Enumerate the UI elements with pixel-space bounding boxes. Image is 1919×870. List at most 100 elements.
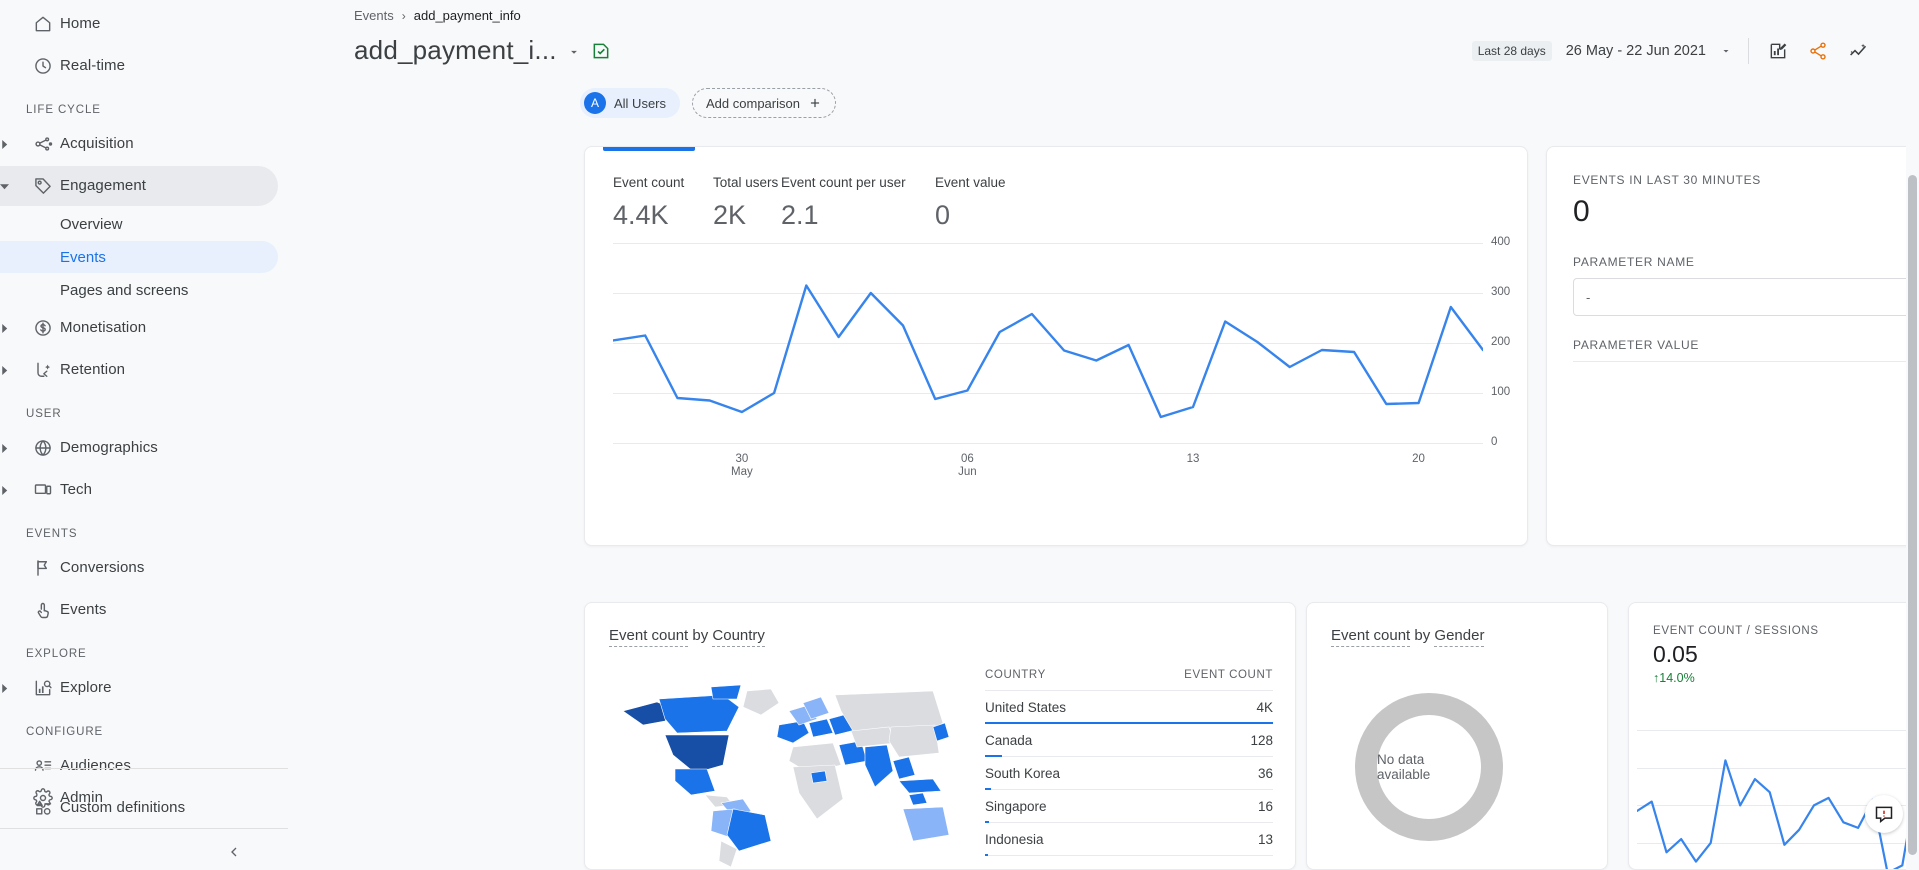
add-comparison-button[interactable]: Add comparison — [692, 88, 836, 118]
metric-total-users: Total users 2K — [713, 175, 781, 231]
gender-card-dimension-link[interactable]: Gender — [1434, 627, 1485, 647]
sidebar-section-header: EVENTS — [26, 528, 78, 540]
gender-no-data-text: No data available — [1377, 715, 1481, 819]
chevron-right-icon[interactable] — [0, 443, 26, 453]
explore-chart-icon — [26, 678, 60, 698]
sidebar-subitem-events[interactable]: Events — [0, 241, 278, 273]
plus-icon — [808, 96, 822, 110]
dollar-icon — [26, 318, 60, 338]
sidebar-subitem-pages-and-screens[interactable]: Pages and screens — [0, 274, 278, 306]
sidebar-item-admin[interactable]: Admin — [0, 778, 278, 818]
table-row[interactable]: South Korea 36 — [985, 757, 1273, 790]
feedback-icon[interactable] — [1865, 795, 1903, 833]
sidebar-section-header: EXPLORE — [26, 648, 87, 660]
map-region-mexico — [674, 768, 716, 796]
sidebar: Home Real-time LIFE CYCLE Acquisition Eng… — [0, 0, 288, 870]
insights-icon[interactable] — [1845, 38, 1871, 64]
acquisition-icon — [26, 134, 60, 154]
chevron-right-icon[interactable] — [0, 323, 26, 333]
parameter-name-label: PARAMETER NAME — [1573, 255, 1695, 269]
chart-x-tick-label: 13 — [1186, 453, 1200, 465]
sidebar-item-label: Real-time — [60, 57, 126, 74]
realtime-card-title: EVENTS IN LAST 30 MINUTES — [1573, 173, 1761, 187]
country-card-metric-link[interactable]: Event count — [609, 627, 689, 647]
date-range-row: Last 28 days 26 May - 22 Jun 2021 — [1471, 38, 1871, 64]
chevron-right-icon[interactable] — [0, 139, 26, 149]
country-card-title: Event count by Country — [585, 603, 1295, 647]
metric-value: 2.1 — [781, 200, 819, 230]
sidebar-item-label: Monetisation — [60, 319, 147, 336]
sidebar-item-acquisition[interactable]: Acquisition — [0, 124, 278, 164]
sidebar-item-explore[interactable]: Explore — [0, 668, 278, 708]
sidebar-item-retention[interactable]: Retention — [0, 350, 278, 390]
event-count-by-gender-card: Event count by Gender No data available — [1306, 602, 1608, 870]
tap-icon — [26, 600, 60, 620]
chevron-right-icon[interactable] — [0, 485, 26, 495]
sidebar-item-label: Audiences — [60, 757, 131, 774]
sidebar-item-label: Engagement — [60, 177, 147, 194]
breadcrumb: Events › add_payment_info — [354, 8, 521, 23]
chevron-left-icon[interactable] — [220, 838, 248, 866]
chart-x-tick-label: 30 May — [731, 453, 753, 478]
sidebar-item-monetisation[interactable]: Monetisation — [0, 308, 278, 348]
share-icon[interactable] — [1805, 38, 1831, 64]
sidebar-item-conversions[interactable]: Conversions — [0, 548, 278, 588]
metric-value: 0 — [935, 200, 951, 230]
parameter-name-select[interactable]: - — [1573, 278, 1919, 316]
table-row[interactable]: United States 4K — [985, 691, 1273, 724]
chart-y-tick-label: 100 — [1491, 386, 1511, 398]
metric-value: 4.4K — [613, 200, 669, 230]
sidebar-item-home[interactable]: Home — [0, 4, 278, 44]
chevron-right-icon[interactable] — [0, 683, 26, 693]
country-name: United States — [985, 700, 1067, 715]
sidebar-item-engagement[interactable]: Engagement — [0, 166, 278, 206]
event-count-line-chart[interactable]: 0 100 200 300 400 30 May 06 Jun 13 20 — [613, 236, 1510, 478]
edit-report-icon[interactable] — [1765, 38, 1791, 64]
sidebar-item-label: Acquisition — [60, 135, 134, 152]
ratio-card-title: EVENT COUNT / SESSIONS — [1653, 625, 1819, 637]
sidebar-subitem-overview[interactable]: Overview — [0, 208, 278, 240]
ratio-card-value: 0.05 — [1653, 641, 1698, 667]
ratio-card-delta: ↑14.0% — [1629, 671, 1919, 685]
country-card-dimension-link[interactable]: Country — [712, 627, 765, 647]
sidebar-item-real-time[interactable]: Real-time — [0, 46, 278, 86]
country-name: Indonesia — [985, 832, 1044, 847]
metric-label: Event count per user — [781, 175, 906, 190]
sidebar-item-tech[interactable]: Tech — [0, 470, 278, 510]
card-tab-indicator-active[interactable] — [603, 147, 695, 151]
map-region-southeast-asia — [892, 756, 916, 780]
sidebar-subitem-label: Pages and screens — [60, 281, 189, 299]
sidebar-item-demographics[interactable]: Demographics — [0, 428, 278, 468]
world-map[interactable] — [603, 669, 953, 869]
breadcrumb-parent[interactable]: Events — [354, 8, 394, 23]
chevron-right-icon[interactable] — [0, 365, 26, 375]
country-name: Canada — [985, 733, 1033, 748]
chevron-down-icon[interactable] — [1720, 45, 1732, 57]
sidebar-item-events[interactable]: Events — [0, 590, 278, 630]
chart-x-tick-label: 06 Jun — [958, 453, 977, 478]
sidebar-section-header: USER — [26, 408, 62, 420]
scrollbar-track[interactable] — [1906, 0, 1919, 870]
event-count-by-country-card: Event count by Country COUNTRY EVENT COU… — [584, 602, 1296, 870]
scrollbar-thumb[interactable] — [1908, 175, 1917, 855]
event-overview-card: Event count 4.4K Total users 2K Event co… — [584, 146, 1528, 546]
col-parameter-value: PARAMETER VALUE — [1573, 338, 1700, 352]
chart-y-tick-label: 0 — [1491, 436, 1498, 448]
realtime-events-card: EVENTS IN LAST 30 MINUTES 0 PARAMETER NA… — [1546, 146, 1919, 546]
chevron-down-icon[interactable] — [567, 45, 581, 59]
save-insight-icon[interactable] — [591, 41, 611, 61]
metric-value: 2K — [713, 200, 747, 230]
gender-card-metric-link[interactable]: Event count — [1331, 627, 1411, 647]
parameter-name-value: - — [1586, 289, 1591, 305]
table-row[interactable]: Singapore 16 — [985, 790, 1273, 823]
sidebar-item-label: Conversions — [60, 559, 145, 576]
table-row[interactable]: Canada 128 — [985, 724, 1273, 757]
sidebar-item-label: Explore — [60, 679, 112, 696]
sidebar-item-label: Home — [60, 15, 101, 32]
date-range-text[interactable]: 26 May - 22 Jun 2021 — [1566, 43, 1706, 59]
chip-all-users[interactable]: A All Users — [580, 88, 681, 118]
metric-label: Total users — [713, 175, 779, 190]
realtime-events-value: 0 — [1573, 195, 1590, 228]
table-row[interactable]: Indonesia 13 — [985, 823, 1273, 856]
chevron-down-icon[interactable] — [0, 182, 26, 191]
